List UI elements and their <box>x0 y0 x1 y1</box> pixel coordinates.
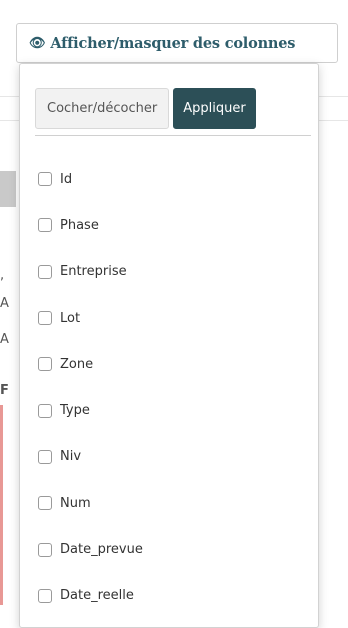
column-visibility-button[interactable]: 👁 Afficher/masquer des colonnes <box>16 23 338 63</box>
column-label: Entreprise <box>60 264 127 280</box>
column-label: Date_reelle <box>60 588 134 604</box>
column-label: Lot <box>60 310 81 326</box>
column-checkbox[interactable] <box>38 218 52 233</box>
eye-icon: 👁 <box>29 35 46 51</box>
toggle-all-button[interactable]: Cocher/décocher <box>35 88 170 129</box>
background-text: A <box>0 332 9 347</box>
column-option[interactable]: Date_prevue <box>38 526 143 572</box>
column-checkbox[interactable] <box>38 449 52 464</box>
column-label: Type <box>60 403 90 419</box>
column-checkbox[interactable] <box>38 172 52 187</box>
background-text: A <box>0 296 9 311</box>
dropdown-separator <box>35 135 311 136</box>
column-option[interactable]: Date_reelle <box>38 573 143 619</box>
column-label: Date_prevue <box>60 542 143 558</box>
column-option[interactable]: Niv <box>38 434 143 480</box>
column-checkbox[interactable] <box>38 496 52 511</box>
apply-button[interactable]: Appliquer <box>173 88 256 129</box>
column-option[interactable]: Lot <box>38 295 143 341</box>
column-option[interactable]: Phase <box>38 202 143 248</box>
column-option[interactable]: Type <box>38 387 143 433</box>
column-label: Niv <box>60 449 82 465</box>
column-checkbox[interactable] <box>38 311 52 326</box>
column-checkbox[interactable] <box>38 264 52 279</box>
background-text: , <box>0 268 5 283</box>
column-checkbox[interactable] <box>38 588 52 603</box>
column-visibility-label: Afficher/masquer des colonnes <box>50 34 296 52</box>
column-label: Phase <box>60 217 99 233</box>
column-list: Id Phase Entreprise Lot Zone Type Niv Nu… <box>38 156 143 619</box>
column-label: Id <box>60 171 73 187</box>
column-checkbox[interactable] <box>38 403 52 418</box>
column-option[interactable]: Id <box>38 156 143 202</box>
column-checkbox[interactable] <box>38 357 52 372</box>
column-label: Zone <box>60 356 94 372</box>
background-accent-line <box>0 405 3 605</box>
column-option[interactable]: Num <box>38 480 143 526</box>
column-visibility-dropdown: Cocher/décocher Appliquer Id Phase Entre… <box>19 63 319 628</box>
dropdown-actions: Cocher/décocher Appliquer <box>35 88 256 129</box>
background-text: F <box>0 383 9 398</box>
column-checkbox[interactable] <box>38 542 52 557</box>
column-label: Num <box>60 495 91 511</box>
background-header-bar <box>0 171 16 207</box>
column-option[interactable]: Zone <box>38 341 143 387</box>
column-option[interactable]: Entreprise <box>38 249 143 295</box>
